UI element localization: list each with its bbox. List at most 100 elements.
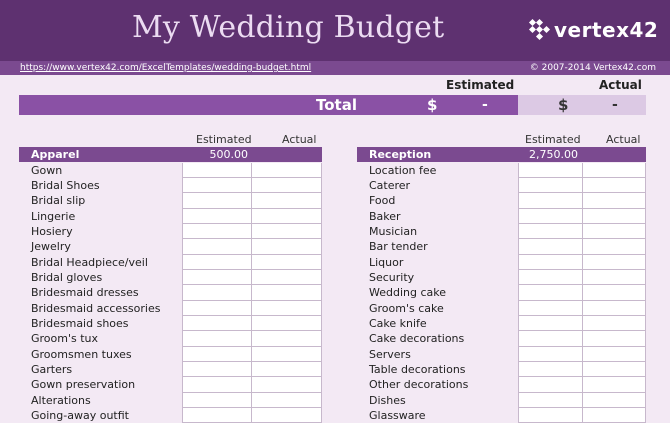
actual-cell[interactable] [252, 193, 322, 209]
budget-item-label: Groomsmen tuxes [31, 347, 132, 361]
estimated-cell[interactable] [182, 223, 252, 240]
estimated-cell[interactable] [518, 193, 583, 209]
estimated-cell[interactable] [518, 162, 583, 178]
estimated-cell[interactable] [518, 239, 583, 255]
estimated-cell[interactable] [518, 269, 583, 286]
actual-cell[interactable] [252, 331, 322, 347]
estimated-cell[interactable] [518, 316, 583, 332]
estimated-cell[interactable] [182, 162, 252, 178]
budget-row: Cake decorations [357, 331, 646, 347]
budget-item-label: Gown preservation [31, 378, 136, 392]
estimated-cell[interactable] [518, 377, 583, 393]
estimated-cell[interactable] [182, 346, 252, 363]
actual-cell[interactable] [252, 254, 322, 270]
estimated-cell[interactable] [518, 254, 583, 270]
budget-item-label: Security [369, 270, 415, 284]
budget-row: Alterations [19, 392, 322, 409]
estimated-cell[interactable] [182, 408, 252, 423]
actual-cell[interactable] [252, 162, 322, 178]
summary-actual-header: Actual [599, 78, 642, 92]
estimated-cell[interactable] [182, 177, 252, 194]
budget-item-label: Garters [31, 363, 73, 377]
estimated-cell[interactable] [182, 377, 252, 393]
actual-cell[interactable] [252, 177, 322, 194]
estimated-cell[interactable] [182, 285, 252, 301]
budget-item-label: Bridesmaid dresses [31, 286, 139, 300]
actual-cell[interactable] [583, 269, 646, 286]
actual-cell[interactable] [583, 223, 646, 240]
estimated-cell[interactable] [182, 239, 252, 255]
estimated-cell[interactable] [182, 316, 252, 332]
estimated-cell[interactable] [182, 392, 252, 409]
estimated-cell[interactable] [518, 346, 583, 363]
actual-cell[interactable] [252, 346, 322, 363]
actual-cell[interactable] [583, 362, 646, 378]
budget-row: Gown [19, 162, 322, 178]
actual-cell[interactable] [252, 316, 322, 332]
actual-cell[interactable] [583, 193, 646, 209]
actual-cell[interactable] [583, 377, 646, 393]
actual-cell[interactable] [583, 177, 646, 194]
actual-cell[interactable] [252, 377, 322, 393]
estimated-cell[interactable] [518, 223, 583, 240]
vertex42-logo[interactable]: vertex42 [528, 17, 658, 43]
template-link[interactable]: https://www.vertex42.com/ExcelTemplates/… [20, 61, 311, 75]
actual-cell[interactable] [252, 392, 322, 409]
total-actual-cell[interactable]: $ - [518, 95, 646, 115]
estimated-cell[interactable] [518, 177, 583, 194]
actual-cell[interactable] [583, 208, 646, 224]
actual-cell[interactable] [583, 331, 646, 347]
estimated-cell[interactable] [182, 254, 252, 270]
budget-item-label: Groom's tux [31, 332, 99, 346]
budget-row: Baker [357, 208, 646, 224]
budget-item-label: Bridesmaid accessories [31, 301, 161, 315]
estimated-cell[interactable] [182, 269, 252, 286]
budget-item-label: Wedding cake [369, 286, 447, 300]
actual-cell[interactable] [583, 346, 646, 363]
total-estimated-bar[interactable]: Total $ - [19, 95, 518, 115]
estimated-cell[interactable] [182, 193, 252, 209]
estimated-cell[interactable] [518, 208, 583, 224]
budget-row: Groomsmen tuxes [19, 346, 322, 363]
budget-row: Jewelry [19, 239, 322, 255]
estimated-cell[interactable] [518, 392, 583, 409]
budget-row: Musician [357, 223, 646, 240]
apparel-header[interactable]: Apparel 500.00 [19, 147, 322, 162]
actual-cell[interactable] [583, 408, 646, 423]
estimated-cell[interactable] [518, 300, 583, 316]
estimated-cell[interactable] [182, 208, 252, 224]
actual-cell[interactable] [583, 300, 646, 316]
apparel-section-title: Apparel [31, 148, 80, 161]
actual-cell[interactable] [583, 285, 646, 301]
budget-row: Groom's cake [357, 300, 646, 316]
actual-cell[interactable] [252, 239, 322, 255]
actual-cell[interactable] [583, 392, 646, 409]
budget-row: Table decorations [357, 362, 646, 378]
actual-cell[interactable] [583, 316, 646, 332]
actual-cell[interactable] [252, 285, 322, 301]
budget-row: Lingerie [19, 208, 322, 224]
total-label: Total [316, 96, 357, 114]
actual-cell[interactable] [583, 162, 646, 178]
actual-cell[interactable] [252, 408, 322, 423]
actual-cell[interactable] [583, 239, 646, 255]
estimated-cell[interactable] [182, 331, 252, 347]
estimated-cell[interactable] [518, 331, 583, 347]
estimated-cell[interactable] [182, 362, 252, 378]
estimated-cell[interactable] [518, 362, 583, 378]
reception-header[interactable]: Reception 2,750.00 [357, 147, 646, 162]
actual-cell[interactable] [252, 269, 322, 286]
reception-estimated-total: 2,750.00 [529, 148, 578, 161]
budget-item-label: Gown [31, 163, 63, 177]
estimated-cell[interactable] [518, 408, 583, 423]
estimated-cell[interactable] [518, 285, 583, 301]
budget-row: Caterer [357, 177, 646, 194]
actual-cell[interactable] [583, 254, 646, 270]
actual-cell[interactable] [252, 300, 322, 316]
actual-cell[interactable] [252, 362, 322, 378]
estimated-cell[interactable] [182, 300, 252, 316]
actual-cell[interactable] [252, 208, 322, 224]
total-estimated-value: - [482, 97, 488, 113]
link-bar: https://www.vertex42.com/ExcelTemplates/… [0, 61, 670, 75]
actual-cell[interactable] [252, 223, 322, 240]
